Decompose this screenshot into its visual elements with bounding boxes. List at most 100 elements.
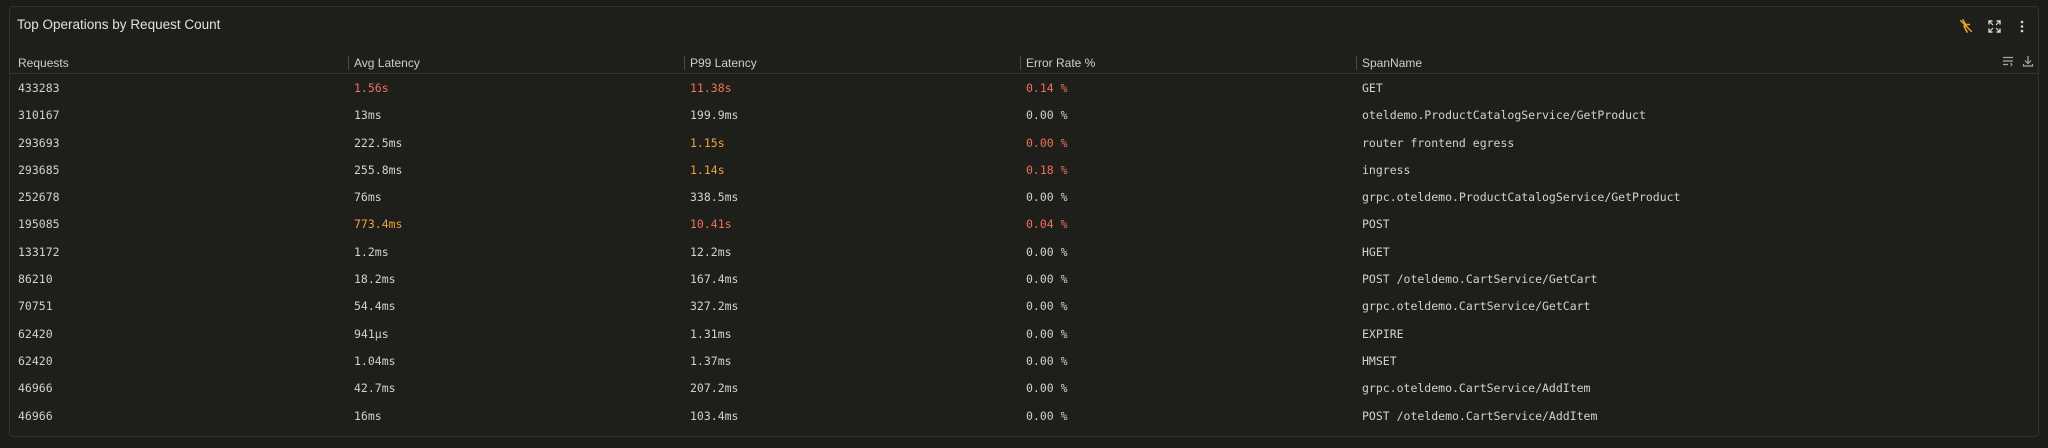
cell-requests: 70751 [18, 299, 53, 314]
cell-p99-latency: 10.41s [690, 217, 732, 232]
cell-span-name: POST /oteldemo.CartService/AddItem [1362, 408, 1598, 423]
cell-requests: 86210 [18, 272, 53, 287]
cell-requests: 293693 [18, 135, 60, 150]
cell-p99-latency: 167.4ms [690, 272, 739, 287]
download-icon[interactable] [2022, 55, 2034, 70]
cell-avg-latency: 42.7ms [354, 381, 396, 396]
cell-avg-latency: 222.5ms [354, 135, 403, 150]
cell-p99-latency: 11.38s [690, 81, 732, 95]
table-row[interactable]: 133172 1.2ms 12.2ms 0.00 % HGET [10, 238, 2038, 265]
cell-requests: 62420 [18, 353, 53, 368]
cell-avg-latency: 13ms [354, 108, 382, 123]
cell-requests: 252678 [18, 190, 60, 205]
cell-avg-latency: 941µs [354, 326, 389, 341]
operations-table: Requests Avg Latency P99 Latency Error R… [10, 53, 2038, 429]
table-row[interactable]: 433283 1.56s 11.38s 0.14 % GET [10, 74, 2038, 101]
cell-avg-latency: 18.2ms [354, 272, 396, 287]
cell-p99-latency: 103.4ms [690, 408, 739, 423]
cell-avg-latency: 1.56s [354, 81, 389, 95]
cell-p99-latency: 1.14s [690, 162, 725, 177]
table-row[interactable]: 293693 222.5ms 1.15s 0.00 % router frontend … [10, 129, 2038, 156]
cell-p99-latency: 207.2ms [690, 381, 739, 396]
cell-requests: 433283 [18, 81, 60, 95]
table-body: 433283 1.56s 11.38s 0.14 % GET 310167 13ms 199.… [10, 74, 2038, 429]
cell-p99-latency: 199.9ms [690, 108, 739, 123]
column-settings-icon[interactable] [2002, 55, 2014, 70]
table-row[interactable]: 46966 16ms 103.4ms 0.00 % POST /oteldemo.Car… [10, 402, 2038, 429]
column-resize-handle[interactable] [684, 56, 685, 70]
cell-avg-latency: 1.04ms [354, 353, 396, 368]
cell-avg-latency: 54.4ms [354, 299, 396, 314]
cell-requests: 62420 [18, 326, 53, 341]
column-header-error-rate[interactable]: Error Rate % [1026, 56, 1095, 70]
cell-error-rate: 0.18 % [1026, 162, 1068, 177]
cell-requests: 293685 [18, 162, 60, 177]
cell-error-rate: 0.00 % [1026, 408, 1068, 423]
panel-header: Top Operations by Request Count [10, 7, 2038, 41]
cell-p99-latency: 12.2ms [690, 244, 732, 259]
cell-span-name: grpc.oteldemo.CartService/AddItem [1362, 381, 1591, 396]
cell-avg-latency: 773.4ms [354, 217, 403, 232]
table-row[interactable]: 195085 773.4ms 10.41s 0.04 % POST [10, 210, 2038, 237]
no-sync-icon[interactable] [1956, 17, 1976, 35]
table-row[interactable]: 252678 76ms 338.5ms 0.00 % grpc.oteldemo.Pro… [10, 183, 2038, 210]
cell-error-rate: 0.00 % [1026, 381, 1068, 396]
cell-span-name: POST /oteldemo.CartService/GetCart [1362, 272, 1598, 287]
cell-requests: 310167 [18, 108, 60, 123]
cell-error-rate: 0.00 % [1026, 108, 1068, 123]
cell-requests: 133172 [18, 244, 60, 259]
cell-error-rate: 0.00 % [1026, 244, 1068, 259]
cell-span-name: grpc.oteldemo.CartService/GetCart [1362, 299, 1591, 314]
cell-span-name: ingress [1362, 162, 1411, 177]
cell-error-rate: 0.00 % [1026, 326, 1068, 341]
cell-p99-latency: 1.15s [690, 135, 725, 150]
cell-p99-latency: 338.5ms [690, 190, 739, 205]
table-row[interactable]: 70751 54.4ms 327.2ms 0.00 % grpc.oteldemo.Ca… [10, 292, 2038, 319]
cell-requests: 195085 [18, 217, 60, 232]
table-row[interactable]: 86210 18.2ms 167.4ms 0.00 % POST /oteldemo.C… [10, 265, 2038, 292]
cell-avg-latency: 255.8ms [354, 162, 403, 177]
cell-error-rate: 0.00 % [1026, 190, 1068, 205]
cell-requests: 46966 [18, 381, 53, 396]
cell-span-name: router frontend egress [1362, 135, 1515, 150]
cell-avg-latency: 76ms [354, 190, 382, 205]
panel-header-actions [1956, 17, 2032, 35]
column-header-span-name[interactable]: SpanName [1362, 56, 1422, 70]
cell-error-rate: 0.00 % [1026, 353, 1068, 368]
cell-error-rate: 0.04 % [1026, 217, 1068, 232]
table-row[interactable]: 310167 13ms 199.9ms 0.00 % oteldemo.ProductC… [10, 101, 2038, 128]
table-header: Requests Avg Latency P99 Latency Error R… [10, 53, 2038, 74]
column-header-requests[interactable]: Requests [18, 56, 69, 70]
cell-avg-latency: 1.2ms [354, 244, 389, 259]
cell-requests: 46966 [18, 408, 53, 423]
more-vertical-icon[interactable] [2012, 17, 2032, 35]
table-row[interactable]: 62420 941µs 1.31ms 0.00 % EXPIRE [10, 320, 2038, 347]
cell-span-name: oteldemo.ProductCatalogService/GetProduc… [1362, 108, 1646, 123]
column-resize-handle[interactable] [1356, 56, 1357, 70]
column-resize-handle[interactable] [1020, 56, 1021, 70]
cell-span-name: HGET [1362, 244, 1390, 259]
column-header-avg-latency[interactable]: Avg Latency [354, 56, 420, 70]
cell-error-rate: 0.00 % [1026, 135, 1068, 150]
table-actions [2002, 55, 2034, 70]
column-header-p99-latency[interactable]: P99 Latency [690, 56, 757, 70]
expand-icon[interactable] [1984, 17, 2004, 35]
cell-p99-latency: 1.37ms [690, 353, 732, 368]
operations-panel: Top Operations by Request Count Requests… [9, 6, 2039, 437]
cell-span-name: POST [1362, 217, 1390, 232]
cell-span-name: HMSET [1362, 353, 1397, 368]
cell-error-rate: 0.14 % [1026, 81, 1068, 95]
cell-error-rate: 0.00 % [1026, 272, 1068, 287]
cell-error-rate: 0.00 % [1026, 299, 1068, 314]
panel-title: Top Operations by Request Count [17, 17, 221, 32]
cell-span-name: EXPIRE [1362, 326, 1404, 341]
table-row[interactable]: 62420 1.04ms 1.37ms 0.00 % HMSET [10, 347, 2038, 374]
cell-p99-latency: 1.31ms [690, 326, 732, 341]
cell-avg-latency: 16ms [354, 408, 382, 423]
cell-span-name: grpc.oteldemo.ProductCatalogService/GetP… [1362, 190, 1681, 205]
table-row[interactable]: 293685 255.8ms 1.14s 0.18 % ingress [10, 156, 2038, 183]
cell-span-name: GET [1362, 81, 1383, 95]
cell-p99-latency: 327.2ms [690, 299, 739, 314]
column-resize-handle[interactable] [348, 56, 349, 70]
table-row[interactable]: 46966 42.7ms 207.2ms 0.00 % grpc.oteldemo.Ca… [10, 374, 2038, 401]
